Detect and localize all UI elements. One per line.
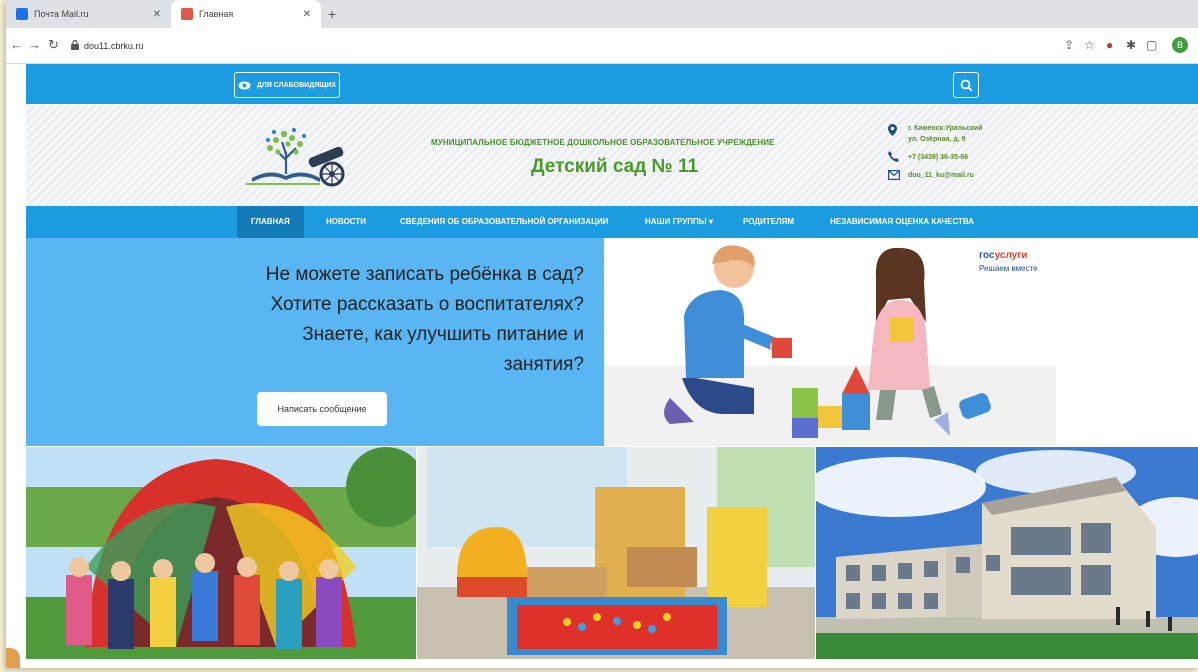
browser-tab-mail[interactable]: Почта Mail.ru ✕: [6, 0, 171, 28]
nav-item-quality[interactable]: НЕЗАВИСИМАЯ ОЦЕНКА КАЧЕСТВА: [816, 206, 988, 238]
site-topbar: ДЛЯ СЛАБОВИДЯЩИХ: [26, 64, 1198, 104]
tent-photo-image: [26, 447, 416, 659]
puzzle-icon[interactable]: ✱: [1126, 38, 1136, 52]
gosuslugi-brand-part: услуги: [994, 250, 1028, 261]
mail-icon: [888, 170, 900, 180]
phone-icon: [888, 151, 899, 162]
browser-tabbar: Почта Mail.ru ✕ Главная ✕ +: [6, 0, 1198, 28]
url-field[interactable]: dou11.cbrku.ru: [84, 41, 143, 51]
address-line: г. Каменск-Уральский: [908, 125, 983, 132]
sidepanel-icon[interactable]: ▢: [1146, 38, 1157, 52]
gosuslugi-illustration[interactable]: госуслуги Решаем вместе: [604, 238, 1198, 446]
screenshot-frame: Почта Mail.ru ✕ Главная ✕ + ← → ↻ dou11.…: [6, 0, 1198, 668]
search-button[interactable]: [953, 72, 979, 98]
star-icon[interactable]: ☆: [1084, 38, 1095, 52]
tab-label: Почта Mail.ru: [34, 9, 89, 19]
playroom-photo-image: [417, 447, 815, 659]
location-pin-icon: [888, 124, 897, 136]
address-block: г. Каменск-Уральский ул. Озёрная, д. 9: [908, 123, 982, 145]
photo-tent-celebration[interactable]: [26, 447, 416, 659]
address-line: ул. Озёрная, д. 9: [908, 136, 966, 143]
gosuslugi-tagline: Решаем вместе: [979, 264, 1038, 273]
building-photo-image: [816, 447, 1198, 659]
eye-icon: [238, 81, 251, 89]
lock-icon: [71, 40, 79, 50]
reload-icon[interactable]: ↻: [48, 37, 59, 53]
forward-icon[interactable]: →: [28, 37, 41, 52]
write-message-button[interactable]: Написать сообщение: [257, 392, 387, 426]
mail-favicon-icon: [16, 8, 28, 20]
feedback-banner: Не можете записать ребёнка в сад? Хотите…: [26, 238, 604, 446]
org-title[interactable]: Детский сад № 11: [531, 156, 698, 178]
banner-text: Не можете записать ребёнка в сад? Хотите…: [265, 264, 584, 375]
site-favicon-icon: [181, 8, 193, 20]
close-icon[interactable]: ✕: [153, 9, 161, 20]
nav-item-home[interactable]: ГЛАВНАЯ: [237, 206, 304, 238]
corner-decoration: [6, 648, 20, 668]
profile-avatar[interactable]: B: [1172, 37, 1188, 53]
kindergarten-logo[interactable]: [246, 122, 358, 192]
share-icon[interactable]: ⇪: [1064, 38, 1074, 52]
phone-number[interactable]: +7 (3439) 36-35-66: [908, 152, 968, 163]
children-playing-illustration: [604, 245, 1056, 446]
new-tab-button[interactable]: +: [328, 6, 336, 22]
close-icon[interactable]: ✕: [303, 9, 311, 20]
low-vision-button[interactable]: ДЛЯ СЛАБОВИДЯЩИХ: [234, 72, 340, 98]
main-nav: ГЛАВНАЯ НОВОСТИ СВЕДЕНИЯ ОБ ОБРАЗОВАТЕЛЬ…: [26, 206, 1198, 238]
nav-item-parents[interactable]: РОДИТЕЛЯМ: [729, 206, 808, 238]
nav-item-news[interactable]: НОВОСТИ: [312, 206, 380, 238]
extension-icon[interactable]: ●: [1106, 38, 1113, 52]
site-header: МУНИЦИПАЛЬНОЕ БЮДЖЕТНОЕ ДОШКОЛЬНОЕ ОБРАЗ…: [26, 104, 1198, 206]
org-subtitle: МУНИЦИПАЛЬНОЕ БЮДЖЕТНОЕ ДОШКОЛЬНОЕ ОБРАЗ…: [431, 138, 775, 147]
photo-playroom[interactable]: [417, 447, 815, 659]
email-link[interactable]: dou_11_ku@mail.ru: [908, 170, 974, 181]
back-icon[interactable]: ←: [10, 37, 23, 52]
tab-label: Главная: [199, 9, 234, 19]
nav-item-groups[interactable]: НАШИ ГРУППЫ ▾: [631, 206, 727, 238]
gosuslugi-brand-part: гос: [979, 250, 995, 261]
nav-item-org-info[interactable]: СВЕДЕНИЯ ОБ ОБРАЗОВАТЕЛЬНОЙ ОРГАНИЗАЦИИ: [386, 206, 622, 238]
browser-tab-home[interactable]: Главная ✕: [171, 0, 321, 28]
browser-addressbar: ← → ↻ dou11.cbrku.ru ⇪ ☆ ● ✱ ▢ B: [6, 28, 1198, 64]
search-icon: [960, 79, 973, 92]
photo-kindergarten-building[interactable]: [816, 447, 1198, 659]
gosuslugi-brand[interactable]: госуслуги: [979, 250, 1028, 261]
low-vision-label: ДЛЯ СЛАБОВИДЯЩИХ: [256, 81, 337, 89]
